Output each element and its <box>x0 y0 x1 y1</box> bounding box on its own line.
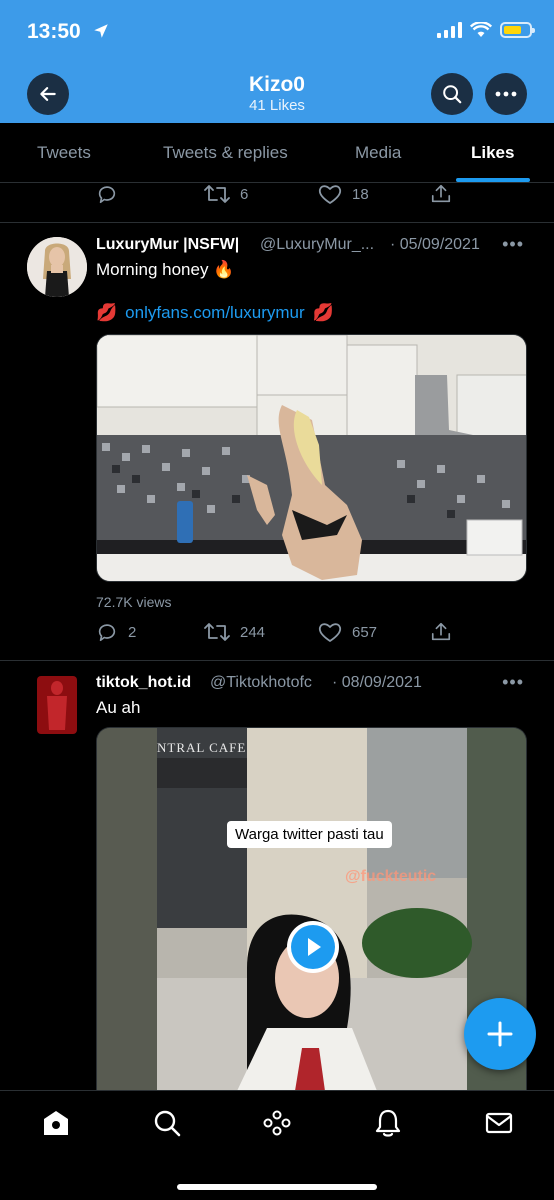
play-button[interactable] <box>287 921 339 973</box>
share-icon <box>431 184 451 203</box>
header-bar: 13:50 Kizo0 41 Likes <box>0 0 554 123</box>
tab-tweets-replies[interactable]: Tweets & replies <box>163 143 288 163</box>
search-icon <box>154 1110 181 1137</box>
more-button[interactable] <box>485 73 527 115</box>
tweet-media-video[interactable]: NTRAL CAFE Warga twitter pasti tau @fuck… <box>96 727 527 1090</box>
home-indicator <box>177 1184 377 1190</box>
tweet-text: Morning honey 🔥 <box>96 260 235 279</box>
status-time: 13:50 <box>27 20 81 43</box>
signal-icon <box>437 22 462 38</box>
share-button[interactable] <box>430 621 452 643</box>
divider <box>0 222 554 223</box>
home-icon <box>44 1111 68 1135</box>
retweet-icon <box>204 185 230 203</box>
reply-icon <box>98 624 116 642</box>
retweet-count: 6 <box>240 185 249 203</box>
reply-button[interactable] <box>96 183 118 205</box>
tweet-views: 72.7K views <box>96 594 172 610</box>
heart-icon <box>318 185 342 204</box>
location-arrow-icon <box>94 24 108 38</box>
video-thumbnail <box>97 728 526 1090</box>
avatar[interactable] <box>27 237 87 297</box>
plus-icon <box>487 1021 513 1047</box>
lips-icon: 💋 <box>312 303 334 322</box>
more-dots-icon <box>495 91 517 97</box>
wifi-icon <box>470 22 492 37</box>
video-sign: NTRAL CAFE <box>157 740 247 755</box>
tweet-link-row: 💋 onlyfans.com/luxurymur 💋 <box>96 303 334 323</box>
tweet-author-name[interactable]: LuxuryMur |NSFW| <box>96 236 239 254</box>
play-icon <box>308 938 321 956</box>
avatar-image <box>27 674 87 734</box>
active-tab-indicator <box>456 178 530 182</box>
profile-tabs: Tweets Tweets & replies Media Likes <box>0 123 554 183</box>
compose-tweet-button[interactable] <box>464 998 536 1070</box>
nav-messages[interactable] <box>484 1108 514 1138</box>
nav-search[interactable] <box>152 1108 182 1138</box>
tweet-more-button[interactable]: ••• <box>502 234 524 255</box>
nav-home[interactable] <box>41 1108 71 1138</box>
tweet-text: Au ah <box>96 698 141 717</box>
lips-icon: 💋 <box>96 303 118 322</box>
mail-icon <box>485 1112 513 1134</box>
nav-spaces[interactable] <box>262 1108 292 1138</box>
retweet-button[interactable]: 244 <box>204 621 265 643</box>
share-button[interactable] <box>430 183 452 205</box>
bell-icon <box>375 1109 401 1137</box>
kitchen-photo <box>97 335 526 581</box>
tab-likes[interactable]: Likes <box>471 143 514 163</box>
tweet-date: · 08/09/2021 <box>332 674 422 691</box>
tab-media[interactable]: Media <box>355 143 401 163</box>
tweet-author-handle[interactable]: @LuxuryMur_... <box>260 236 374 254</box>
tweet-author-name[interactable]: tiktok_hot.id <box>96 674 191 692</box>
tweet-author-handle[interactable]: @Tiktokhotofc <box>210 674 312 692</box>
status-indicators <box>437 22 535 38</box>
like-count: 18 <box>352 185 369 203</box>
reply-count: 2 <box>128 623 137 641</box>
battery-icon <box>500 22 535 38</box>
tweet-date: · 05/09/2021 <box>390 236 480 253</box>
like-count: 657 <box>352 623 378 641</box>
avatar-image <box>27 237 87 297</box>
avatar[interactable] <box>27 674 87 734</box>
share-icon <box>431 622 451 641</box>
retweet-button[interactable]: 6 <box>204 183 248 205</box>
heart-icon <box>318 623 342 642</box>
tweet-link[interactable]: onlyfans.com/luxurymur <box>125 303 305 323</box>
like-button[interactable]: 657 <box>318 621 377 643</box>
retweet-icon <box>204 623 230 641</box>
tweet-more-button[interactable]: ••• <box>502 672 524 693</box>
reply-icon <box>98 186 116 204</box>
search-icon <box>443 85 462 104</box>
retweet-count: 244 <box>240 623 266 641</box>
tweet-media-image[interactable] <box>96 334 527 582</box>
search-button[interactable] <box>431 73 473 115</box>
divider <box>0 660 554 661</box>
nav-notifications[interactable] <box>373 1108 403 1138</box>
reply-button[interactable]: 2 <box>96 621 136 643</box>
tab-tweets[interactable]: Tweets <box>37 143 91 163</box>
video-caption: Warga twitter pasti tau <box>227 821 392 848</box>
like-button[interactable]: 18 <box>318 183 369 205</box>
video-watermark: @fuckteutic <box>345 868 437 885</box>
spaces-icon <box>263 1110 291 1136</box>
